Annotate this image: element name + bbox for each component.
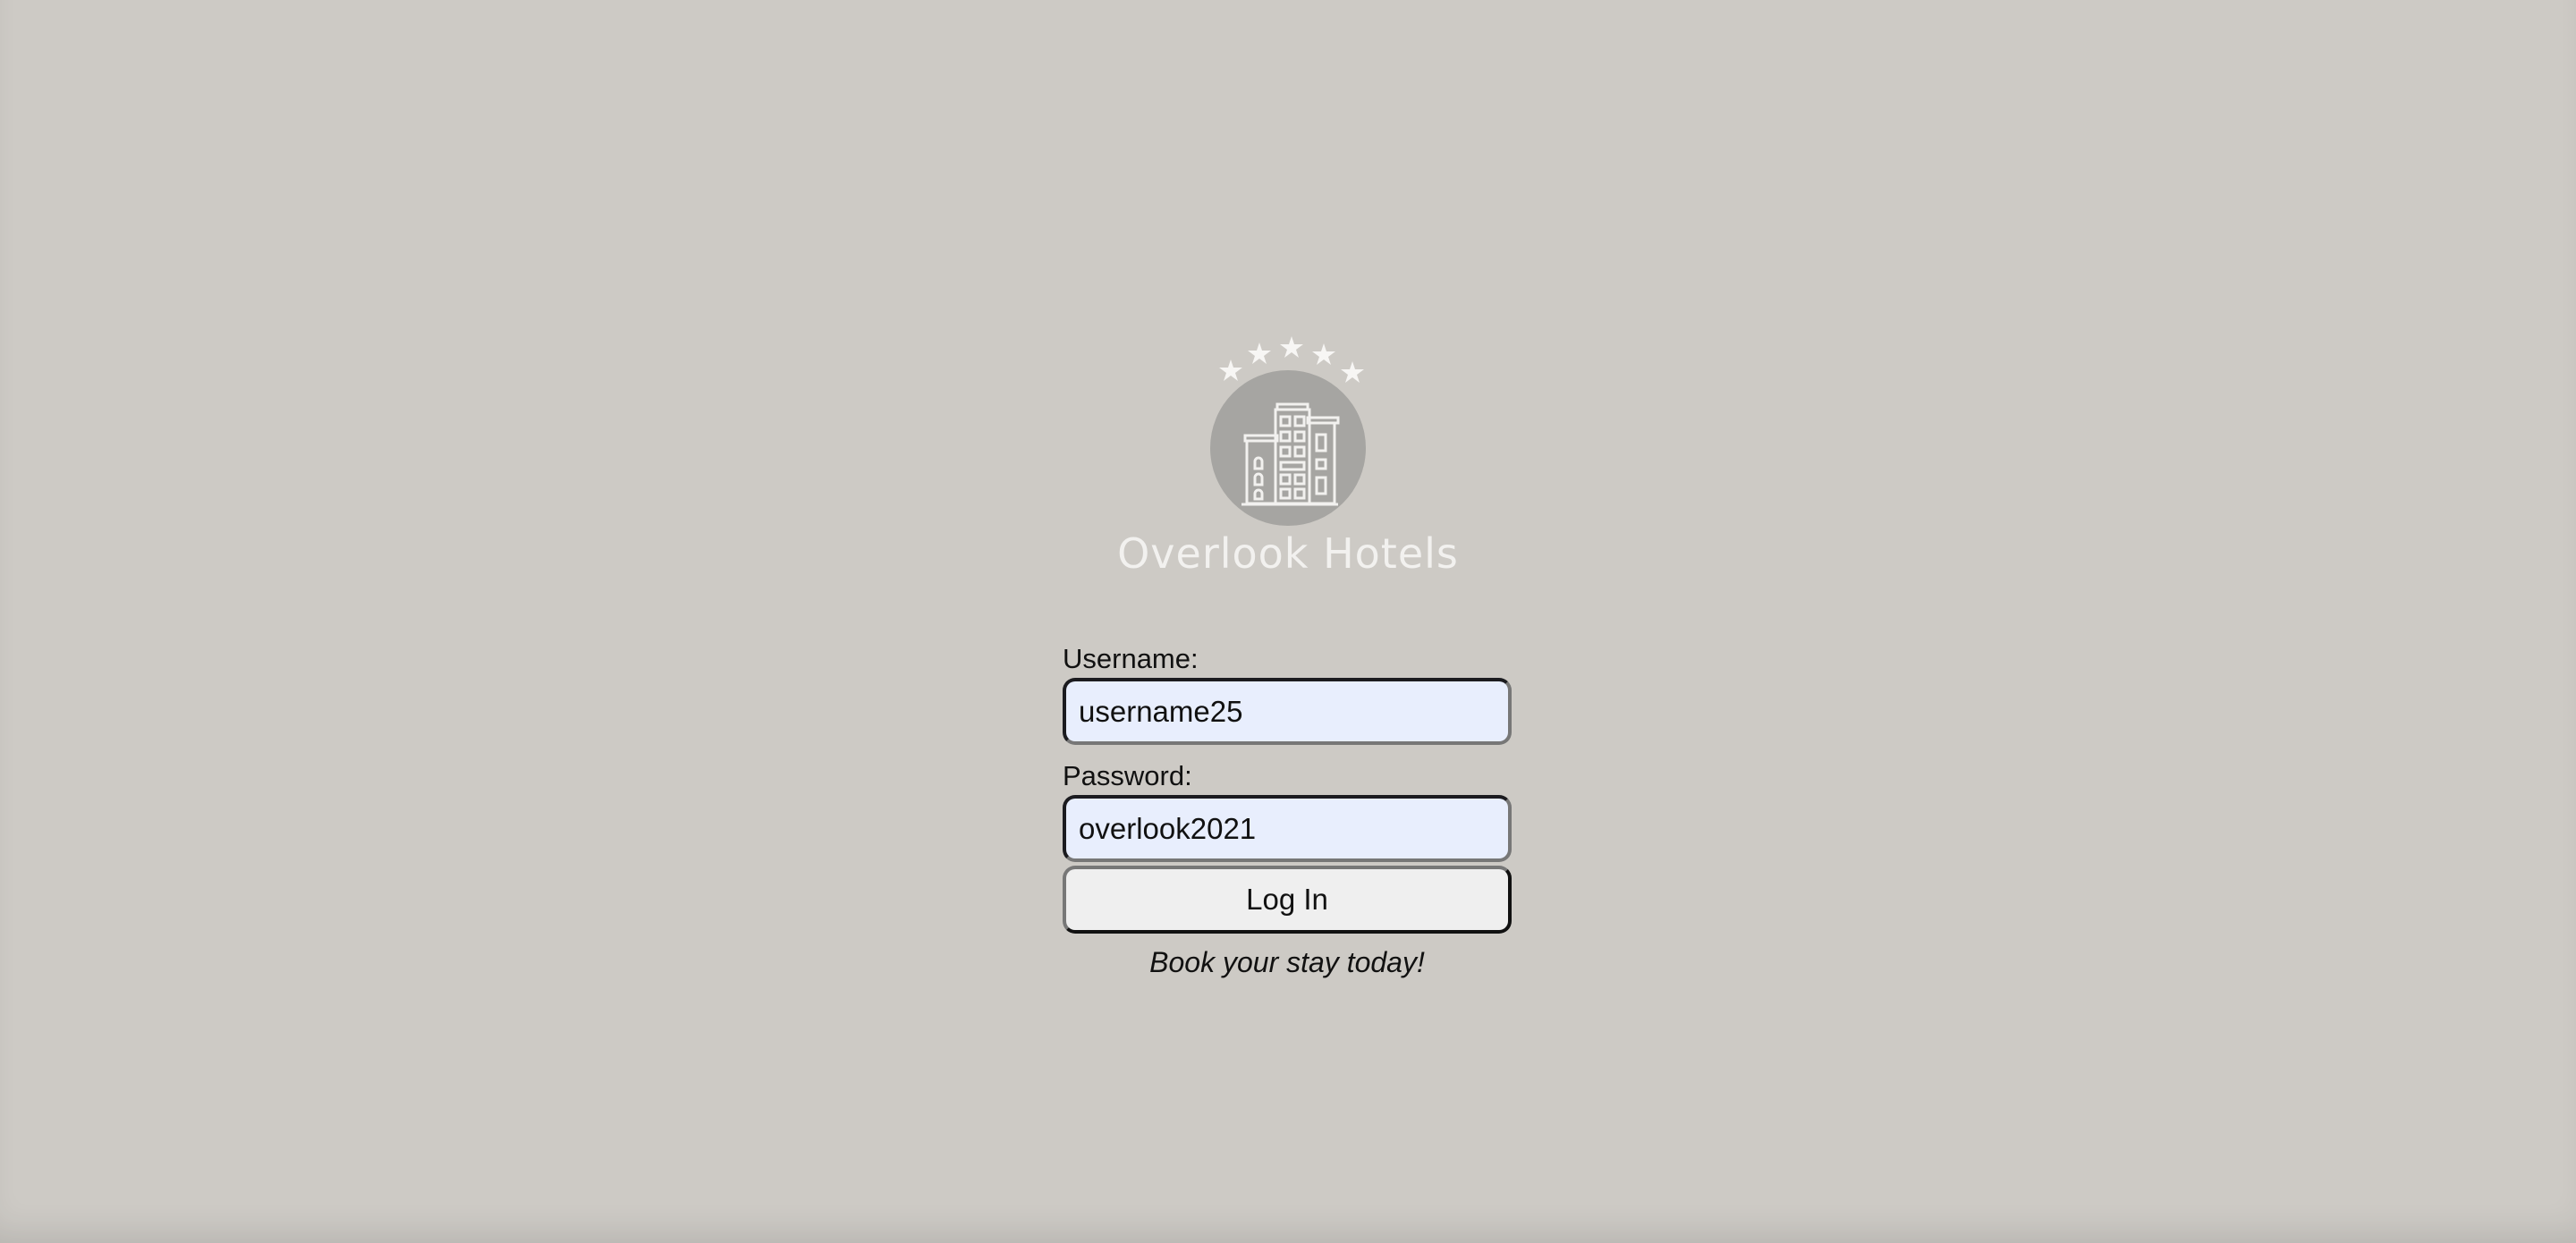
login-page: Overlook Hotels Username: Password: Log … (0, 0, 2576, 1243)
password-input[interactable] (1063, 795, 1512, 862)
brand-name: Overlook Hotels (1117, 529, 1459, 578)
username-label: Username: (1063, 643, 1199, 674)
log-in-button[interactable]: Log In (1063, 866, 1512, 934)
tagline: Book your stay today! (1149, 946, 1425, 978)
username-input[interactable] (1063, 678, 1512, 745)
login-form: Username: Password: Log In Book your sta… (1063, 640, 1512, 979)
password-label: Password: (1063, 760, 1192, 791)
